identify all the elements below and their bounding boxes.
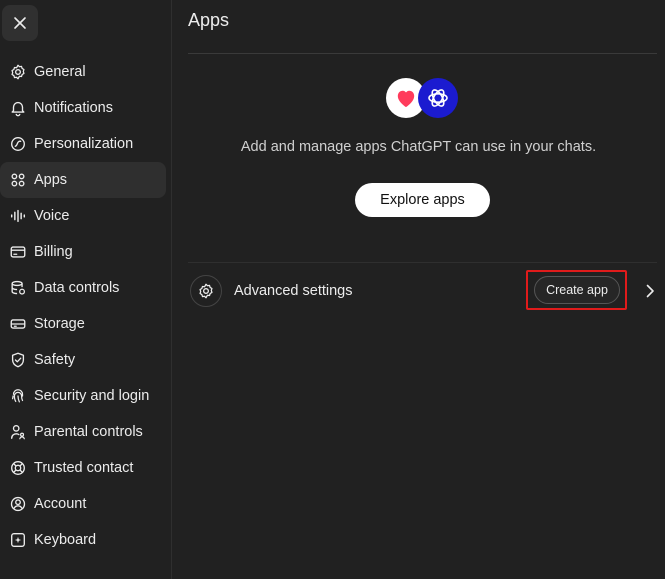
sidebar-item-account[interactable]: Account — [0, 486, 166, 522]
hero-icons — [386, 78, 460, 118]
sidebar-item-label: Apps — [34, 172, 68, 188]
settings-sidebar: General Notifications Personalization Ap… — [0, 0, 172, 579]
bell-icon — [9, 99, 27, 117]
sidebar-item-keyboard[interactable]: Keyboard — [0, 522, 166, 558]
sidebar-item-label: Parental controls — [34, 424, 143, 440]
fingerprint-icon — [9, 387, 27, 405]
storage-icon — [9, 315, 27, 333]
personalization-icon — [9, 135, 27, 153]
shield-icon — [9, 351, 27, 369]
sidebar-item-parental-controls[interactable]: Parental controls — [0, 414, 166, 450]
divider — [188, 262, 657, 263]
sidebar-item-general[interactable]: General — [0, 54, 166, 90]
close-button[interactable] — [2, 5, 38, 41]
explore-apps-button[interactable]: Explore apps — [355, 183, 490, 217]
sidebar-item-label: Voice — [34, 208, 70, 224]
sidebar-item-label: General — [34, 64, 86, 80]
apps-panel: Apps Add and manage apps ChatGPT can use… — [172, 0, 665, 579]
settings-window: General Notifications Personalization Ap… — [0, 0, 665, 579]
sidebar-item-label: Trusted contact — [34, 460, 134, 476]
divider — [188, 53, 657, 54]
sidebar-item-label: Safety — [34, 352, 76, 368]
waveform-icon — [9, 207, 27, 225]
create-app-button[interactable]: Create app — [534, 276, 620, 304]
gear-icon — [190, 275, 222, 307]
sidebar-item-personalization[interactable]: Personalization — [0, 126, 166, 162]
sidebar-item-label: Data controls — [34, 280, 120, 296]
page-title: Apps — [188, 10, 230, 30]
advanced-settings-label: Advanced settings — [234, 283, 353, 299]
sidebar-item-voice[interactable]: Voice — [0, 198, 166, 234]
sidebar-item-label: Storage — [34, 316, 85, 332]
sidebar-item-security-and-login[interactable]: Security and login — [0, 378, 166, 414]
sidebar-item-label: Billing — [34, 244, 73, 260]
heart-icon — [397, 90, 415, 108]
sidebar-item-label: Keyboard — [34, 532, 97, 548]
sidebar-item-label: Account — [34, 496, 87, 512]
highlight-box: Create app — [526, 270, 627, 310]
settings-nav: General Notifications Personalization Ap… — [0, 54, 172, 558]
sidebar-item-billing[interactable]: Billing — [0, 234, 166, 270]
sidebar-item-safety[interactable]: Safety — [0, 342, 166, 378]
close-icon — [14, 17, 26, 29]
sidebar-item-data-controls[interactable]: Data controls — [0, 270, 166, 306]
apps-grid-icon — [9, 171, 27, 189]
advanced-settings-row[interactable]: Advanced settings Create app — [188, 270, 665, 310]
sidebar-item-notifications[interactable]: Notifications — [0, 90, 166, 126]
database-icon — [9, 279, 27, 297]
chevron-right-icon[interactable] — [643, 283, 657, 299]
lifebuoy-icon — [9, 459, 27, 477]
openai-logo-icon — [428, 89, 448, 107]
sidebar-item-label: Notifications — [34, 100, 113, 116]
sidebar-item-apps[interactable]: Apps — [0, 162, 166, 198]
parental-icon — [9, 423, 27, 441]
sidebar-item-label: Personalization — [34, 136, 134, 152]
chatgpt-app-badge — [418, 78, 458, 118]
sidebar-item-label: Security and login — [34, 388, 150, 404]
account-icon — [9, 495, 27, 513]
sidebar-item-trusted-contact[interactable]: Trusted contact — [0, 450, 166, 486]
sidebar-item-storage[interactable]: Storage — [0, 306, 166, 342]
apps-description: Add and manage apps ChatGPT can use in y… — [240, 139, 597, 155]
keyboard-icon — [9, 531, 27, 549]
credit-card-icon — [9, 243, 27, 261]
gear-icon — [9, 63, 27, 81]
